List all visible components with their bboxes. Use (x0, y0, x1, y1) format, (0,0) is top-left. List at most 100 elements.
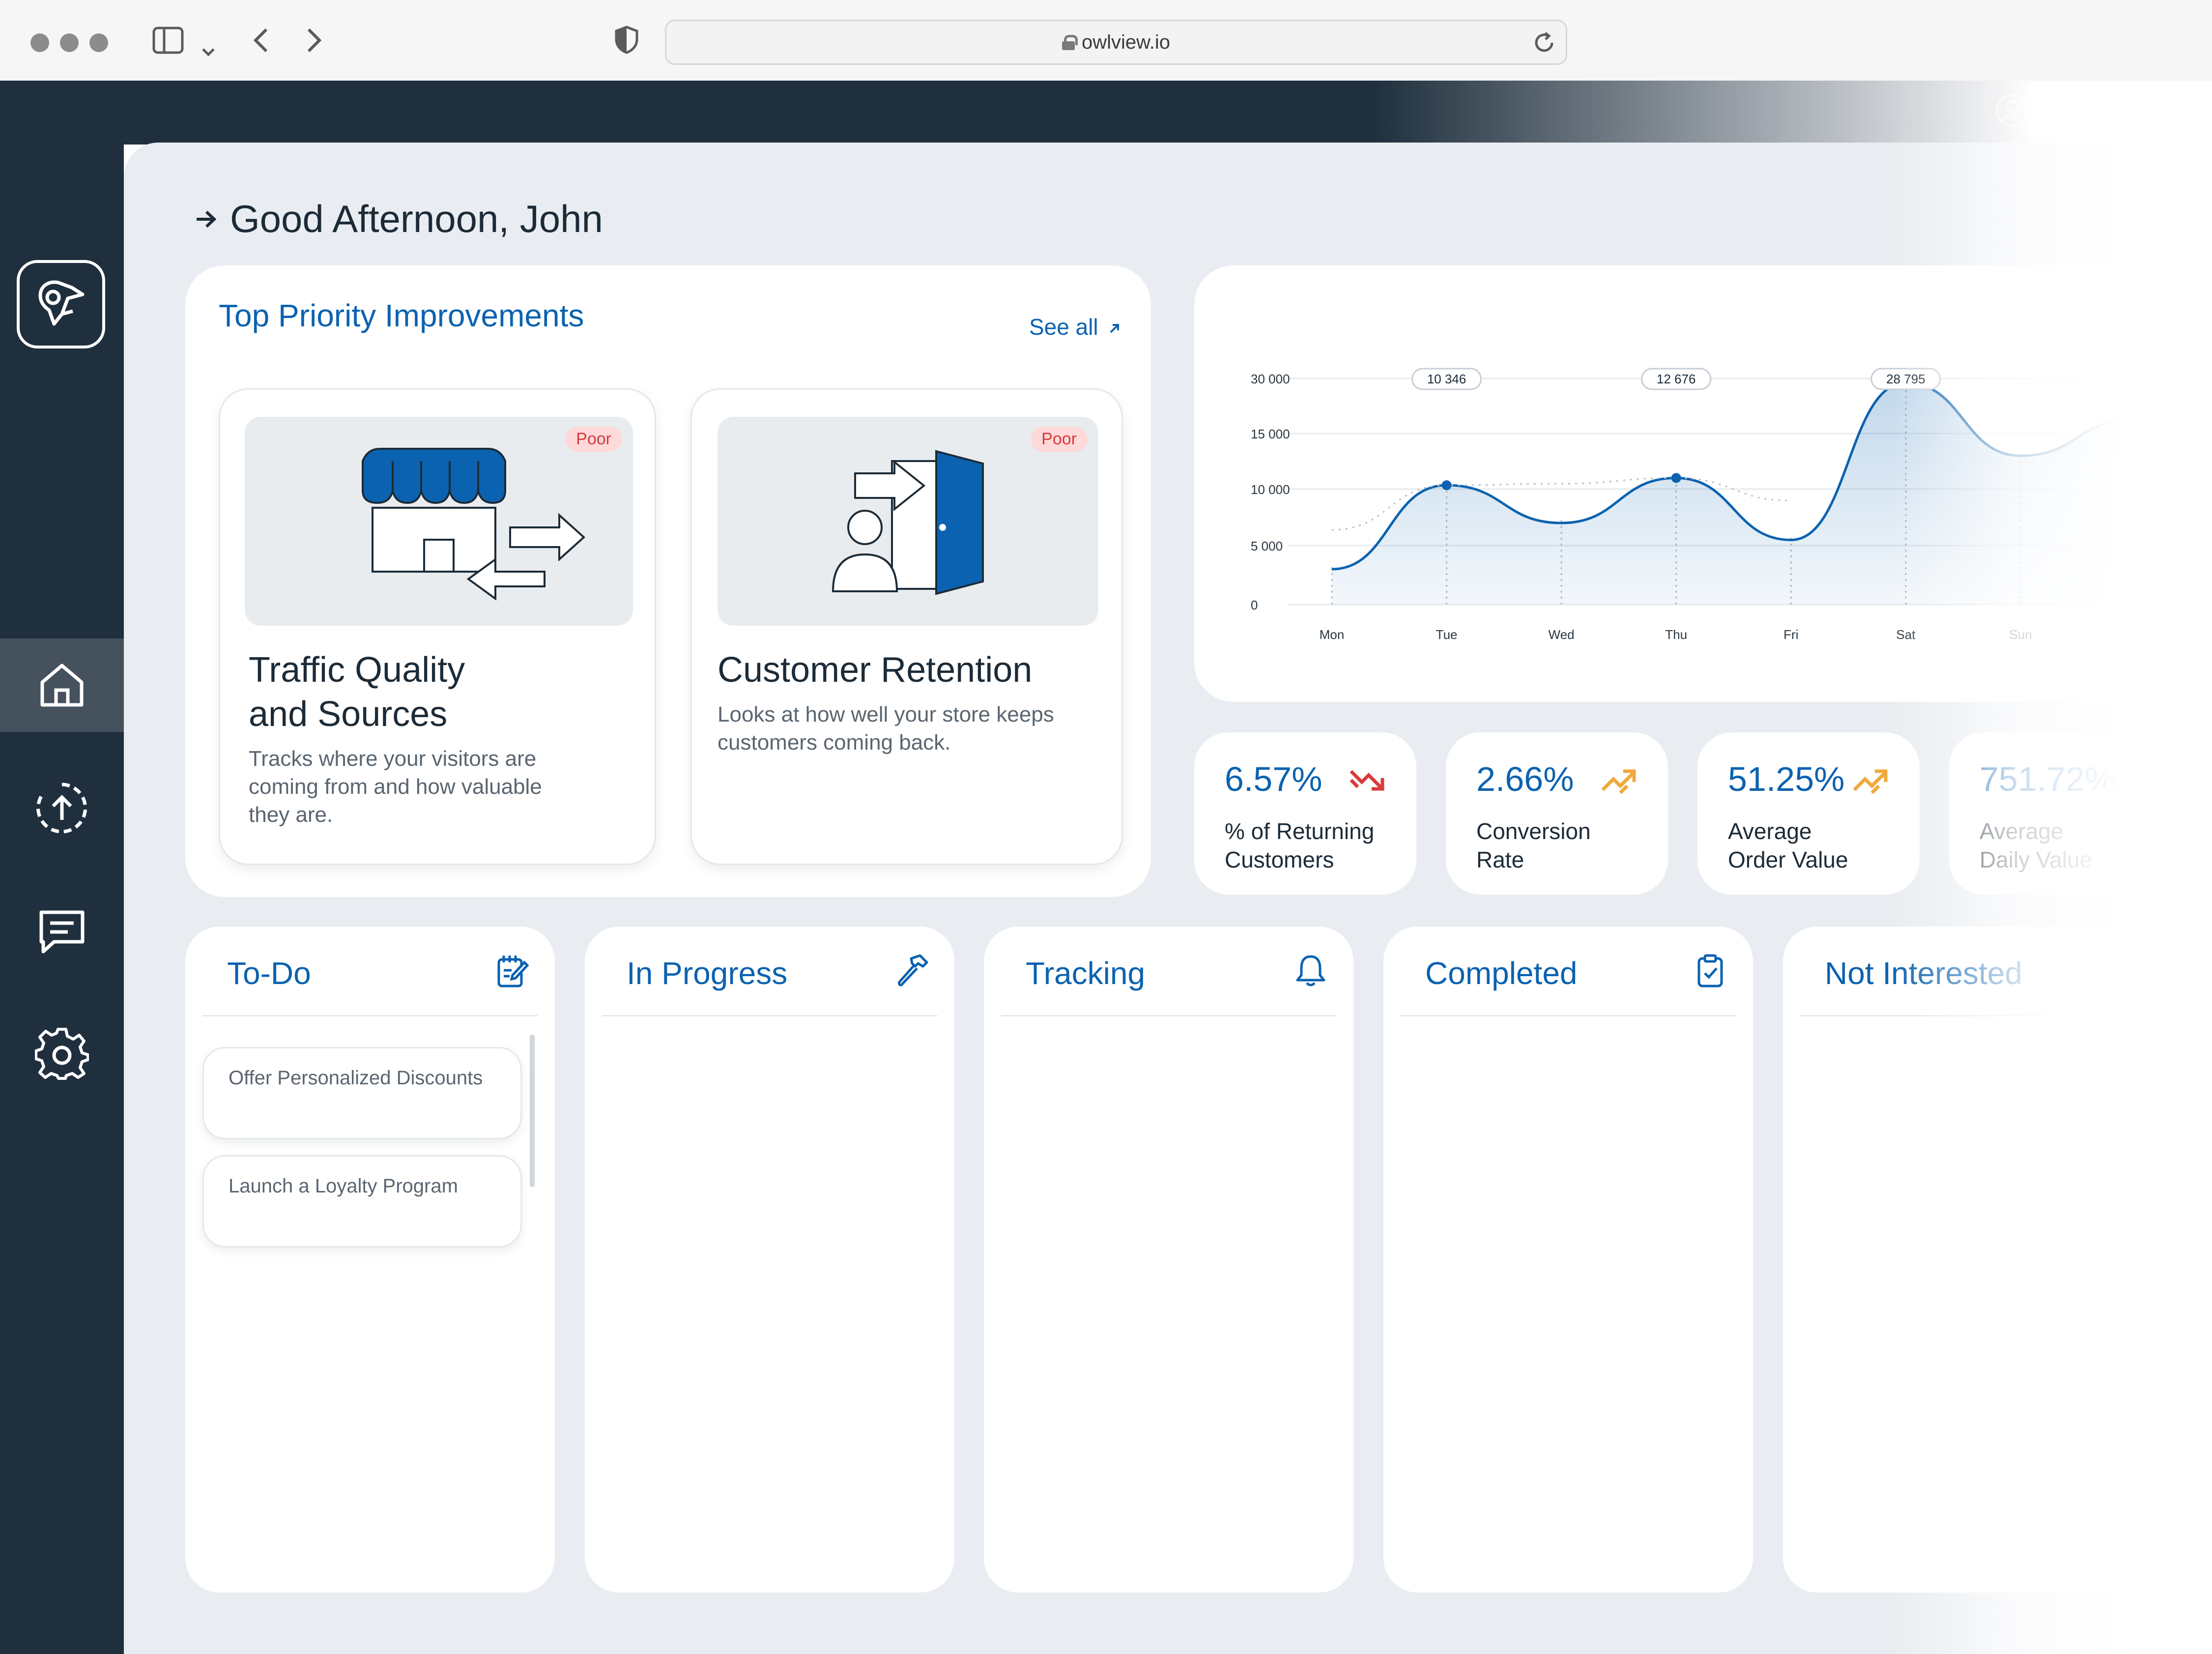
reload-icon[interactable] (1532, 31, 1556, 57)
y-tick-label: 15 000 (1251, 427, 1290, 441)
improvements-title: Top Priority Improvements (219, 298, 584, 333)
x-tick-label: Wed (1549, 627, 1575, 642)
y-tick-label: 30 000 (1251, 372, 1290, 386)
user-menu[interactable]: John (1995, 93, 2104, 128)
x-tick-label: Tue (1436, 627, 1458, 642)
improvement-title-line: Customer Retention (718, 650, 1033, 690)
back-icon[interactable] (252, 28, 269, 58)
column-title: In Progress (627, 956, 788, 991)
column-title: Tracking (1026, 956, 1146, 991)
kpi-card-returning[interactable]: 6.57% % of Returning Customers (1194, 732, 1416, 895)
line-chart: 0 5 000 10 000 15 000 30 000 Mon Tue Wed Thu Fri S… (1251, 368, 2148, 642)
improvement-description: Looks at how well your store keeps custo… (718, 700, 1054, 756)
y-tick-label: 5 000 (1251, 539, 1283, 553)
improvement-title: Customer Retention (718, 648, 1032, 692)
sidebar-item-messages[interactable] (0, 884, 124, 978)
column-divider (202, 1015, 538, 1016)
upload-icon (36, 783, 87, 834)
see-all-link[interactable]: See all (1029, 314, 1121, 340)
value-label: 10 346 (1427, 372, 1466, 386)
kpi-label-line: % of Returning (1225, 818, 1375, 844)
retention-illustration: Poor (718, 417, 1098, 626)
trend-up-icon (1852, 764, 1892, 801)
chevron-down-icon[interactable] (201, 33, 215, 62)
column-divider (1001, 1015, 1336, 1016)
column-in-progress: In Progress (585, 927, 954, 1593)
sidebar-toggle-icon[interactable] (152, 27, 184, 59)
kpi-label-line: Average (1980, 818, 2064, 844)
task-card[interactable]: Offer Personalized Discounts (202, 1047, 522, 1139)
sidebar-item-upload[interactable] (0, 761, 124, 855)
kpi-label-line: Average (1728, 818, 1812, 844)
kpi-value: 6.57% (1225, 760, 1322, 798)
message-icon (39, 910, 85, 954)
window-zoom-button[interactable] (89, 33, 108, 52)
kpi-card-daily-value[interactable]: 751.72% Average Daily Value (1949, 732, 2171, 895)
x-tick-label: Fri (1783, 627, 1798, 642)
forward-icon[interactable] (306, 28, 323, 58)
chart-panel: 0 5 000 10 000 15 000 30 000 Mon Tue Wed Thu Fri S… (1194, 265, 2212, 702)
greeting-text: Good Afternoon, John (230, 197, 603, 240)
storefront-illustration: Poor (245, 417, 633, 626)
improvement-card-traffic[interactable]: Poor Traffic Quality and Sources Tracks … (219, 388, 656, 865)
x-tick-label: Sat (1896, 627, 1916, 642)
bell-icon[interactable] (1293, 954, 1328, 990)
data-point (1441, 480, 1452, 491)
gear-icon (35, 1028, 89, 1080)
shield-icon[interactable] (614, 26, 639, 59)
y-tick-label: 10 000 (1251, 482, 1290, 497)
improvement-title-line: Traffic Quality (249, 650, 465, 690)
window-minimize-button[interactable] (60, 33, 79, 52)
improvement-description-line: coming from and how valuable (249, 775, 542, 799)
column-completed: Completed (1383, 927, 1753, 1593)
sidebar-item-home[interactable] (0, 638, 124, 732)
kpi-card-order-value[interactable]: 51.25% Average Order Value (1697, 732, 1920, 895)
poor-badge: Poor (1031, 427, 1088, 452)
todo-scrollbar[interactable] (530, 1035, 535, 1187)
y-tick-label: 0 (1251, 598, 1258, 612)
value-label: 12 676 (1657, 372, 1696, 386)
clipboard-check-icon[interactable] (1693, 954, 1727, 990)
sidebar-item-settings[interactable] (0, 1007, 124, 1101)
column-tracking: Tracking (984, 927, 1353, 1593)
improvement-card-retention[interactable]: Poor Customer Retention Looks at how wel… (690, 388, 1123, 865)
improvement-title-line: and Sources (249, 695, 448, 734)
sidebar (0, 81, 124, 1654)
address-bar[interactable]: owlview.io (665, 20, 1567, 65)
window-close-button[interactable] (30, 33, 49, 52)
x-tick-label: Thu (1665, 627, 1687, 642)
kpi-label-line: Order Value (1728, 847, 1848, 872)
x-tick-label: Mon (2123, 627, 2148, 642)
arrow-right-icon (197, 210, 216, 228)
kpi-label-line: Conversion (1476, 818, 1591, 844)
browser-toolbar: owlview.io (0, 0, 2212, 81)
notepad-icon[interactable] (495, 954, 529, 990)
kpi-card-conversion[interactable]: 2.66% Conversion Rate (1446, 732, 1668, 895)
x-tick-label: Mon (1320, 627, 1345, 642)
data-point (1671, 473, 1681, 483)
value-label: 28 795 (1886, 372, 1925, 386)
arrow-up-right-icon (1110, 324, 1120, 333)
column-divider (602, 1015, 937, 1016)
lock-icon (1062, 35, 1078, 50)
column-title: Not Interested (1825, 956, 2022, 991)
improvement-description: Tracks where your visitors are coming fr… (249, 745, 542, 829)
kpi-label: Average Daily Value (1980, 817, 2156, 874)
improvement-description-line: Looks at how well your store keeps (718, 702, 1054, 726)
kpi-label: Conversion Rate (1476, 817, 1653, 874)
app-header-bar (0, 81, 2212, 145)
kpi-label-line: Customers (1225, 847, 1334, 872)
owl-logo[interactable] (17, 260, 105, 348)
home-icon (40, 664, 84, 707)
improvement-description-line: they are. (249, 803, 333, 827)
improvement-description-line: customers coming back. (718, 730, 951, 754)
kpi-label-line: Daily Value (1980, 847, 2093, 872)
user-name: John (2040, 94, 2105, 127)
x-tick-label: Sun (2009, 627, 2032, 642)
hammer-icon[interactable] (894, 954, 929, 990)
kpi-value: 751.72% (1980, 760, 2116, 798)
task-card[interactable]: Launch a Loyalty Program (202, 1155, 522, 1248)
column-todo: To-Do Offer Personalized Discounts Launc… (185, 927, 555, 1593)
see-all-label: See all (1029, 314, 1098, 340)
kpi-label: % of Returning Customers (1225, 817, 1402, 874)
